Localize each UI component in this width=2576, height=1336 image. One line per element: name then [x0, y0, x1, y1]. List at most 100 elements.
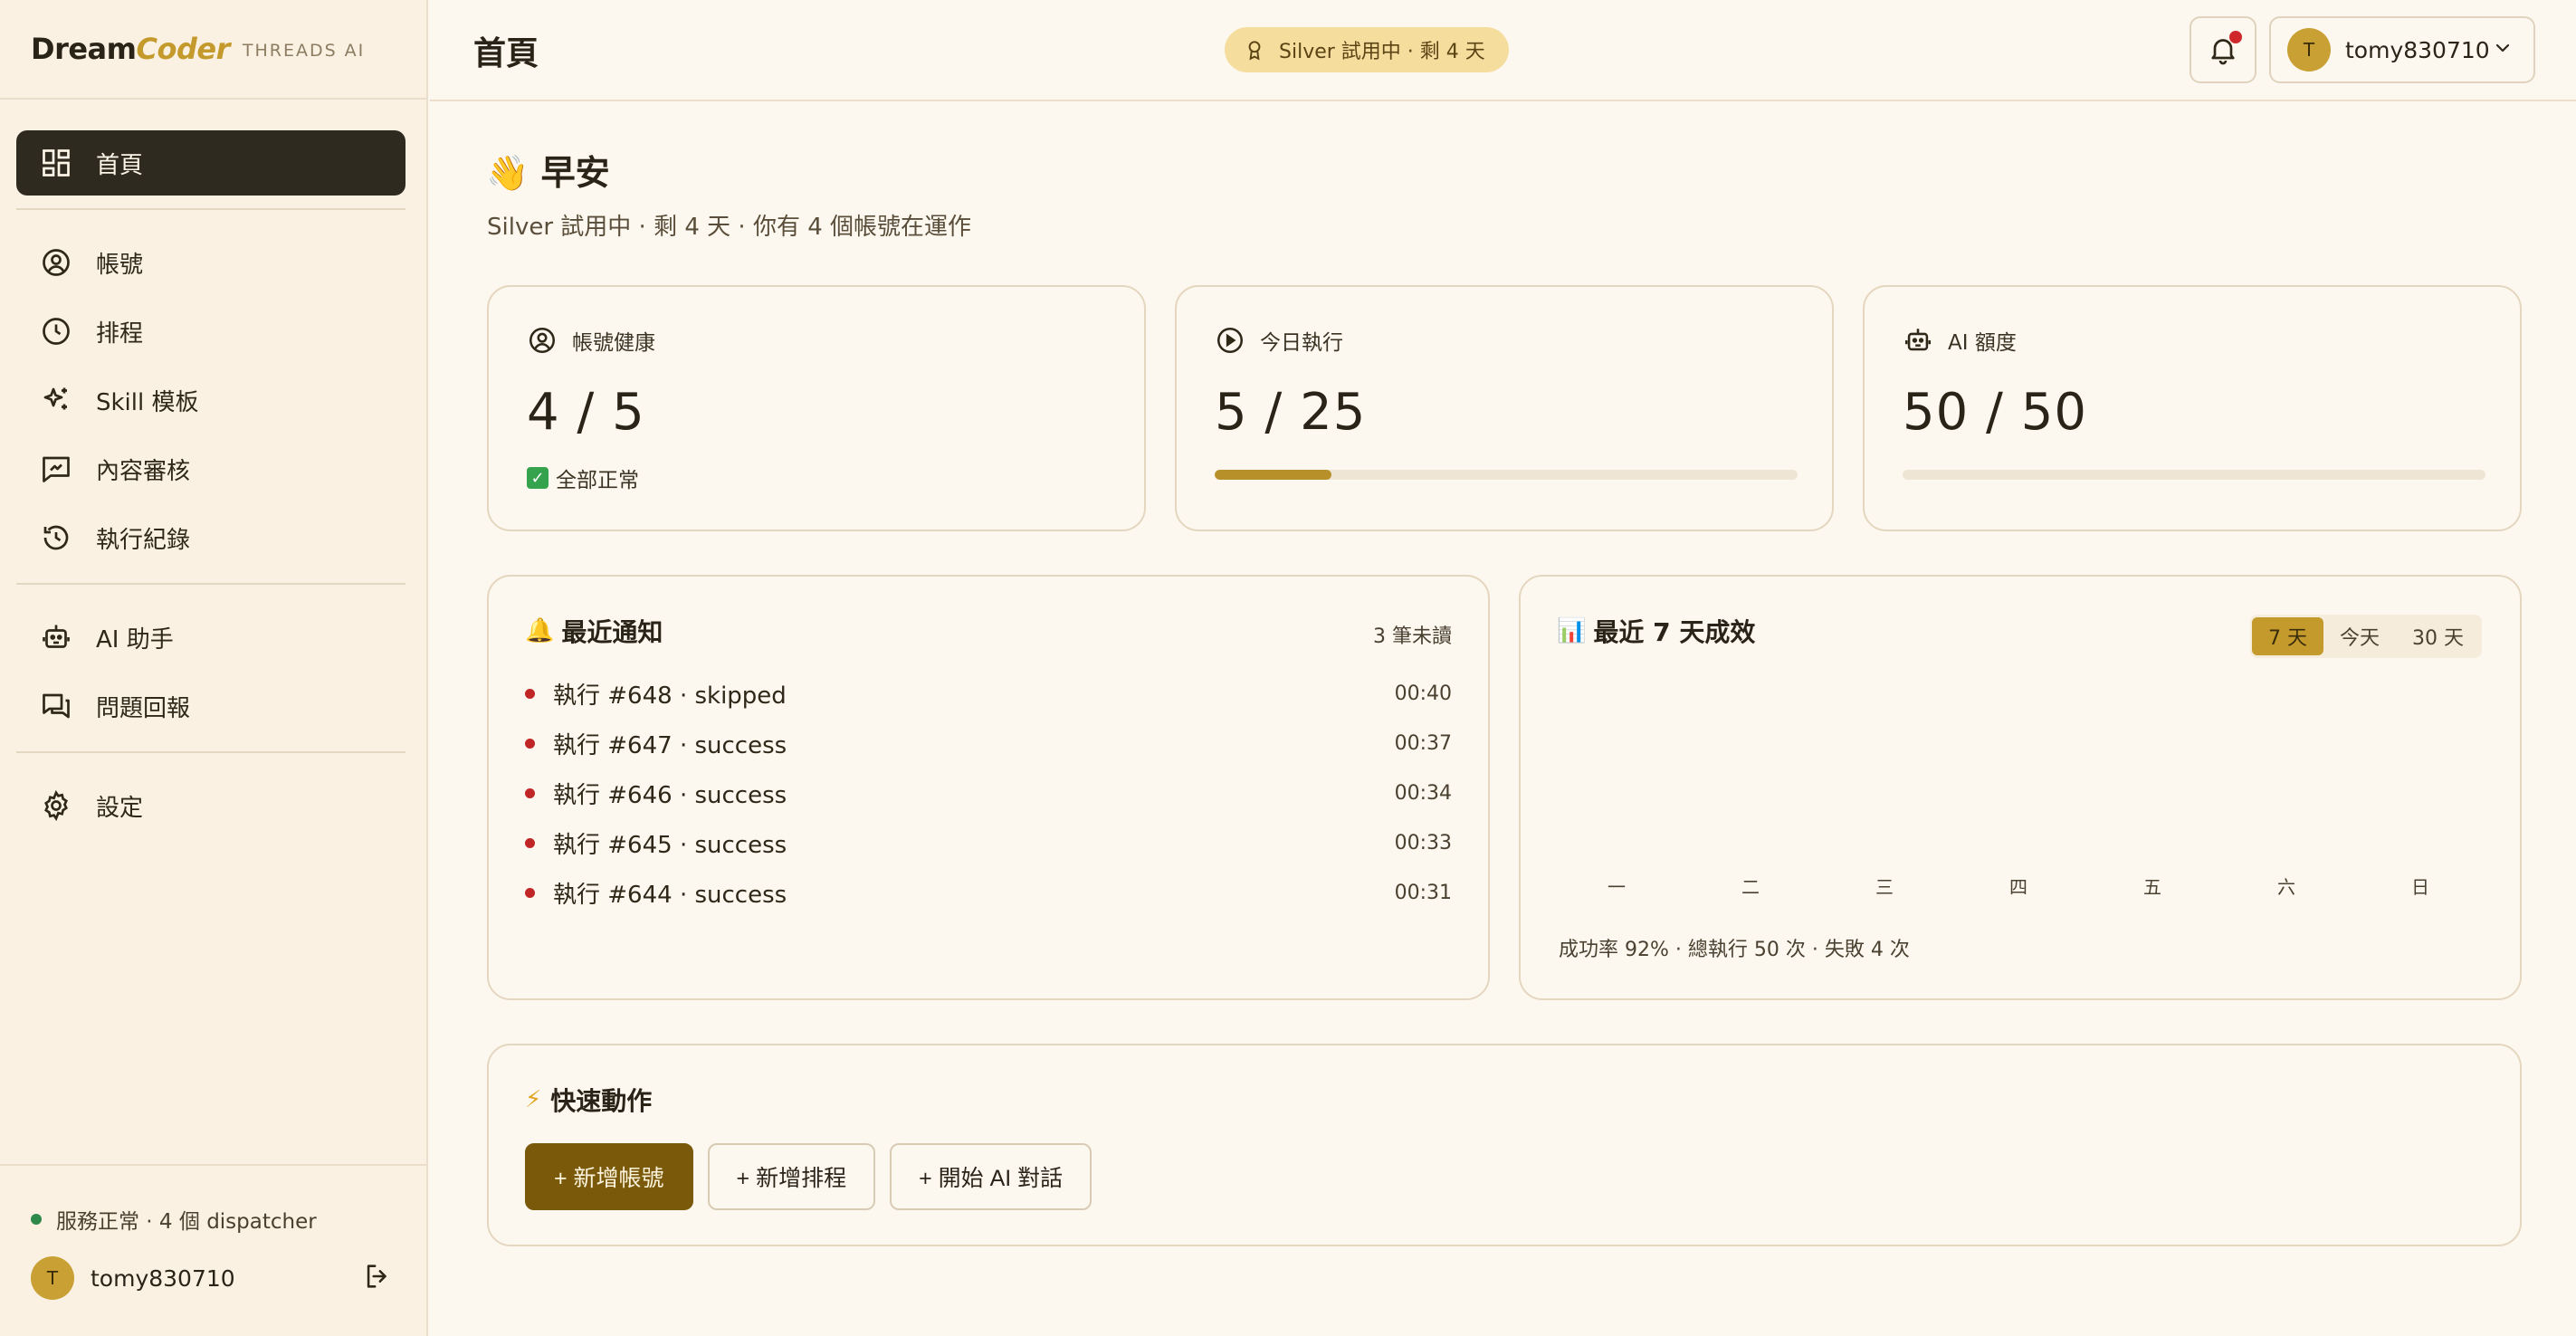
sidebar-item-label: 問題回報 — [96, 694, 191, 722]
greeting-subtitle: Silver 試用中 · 剩 4 天 · 你有 4 個帳號在運作 — [487, 214, 972, 241]
sidebar-item-skill-templates[interactable]: Skill 模板 — [16, 367, 405, 433]
robot-icon — [38, 619, 74, 655]
stat-card-today-runs: 今日執行 5 / 25 — [1175, 285, 1834, 531]
greeting-text: 早安 — [540, 153, 610, 193]
panel-title-text: 快速動作 — [550, 1086, 653, 1116]
logout-icon[interactable] — [362, 1261, 393, 1295]
performance-chart-panel: 📊 最近 7 天成效 7 天 今天 30 天 一 二 三 四 五 六 日 成功率 92% ·… — [1519, 575, 2522, 1000]
trial-badge[interactable]: Silver 試用中 · 剩 4 天 — [1225, 27, 1509, 72]
ai-quota-progress-bar — [1903, 470, 2485, 480]
range-option-today[interactable]: 今天 — [2323, 617, 2396, 655]
nav-divider — [16, 583, 405, 585]
badge-icon — [1248, 41, 1261, 61]
stat-header: AI 額度 — [1903, 325, 2017, 356]
unread-dot — [525, 838, 535, 848]
range-option-7d[interactable]: 7 天 — [2251, 617, 2323, 655]
panel-title: ⚡ 快速動作 — [525, 1082, 652, 1118]
sidebar-item-label: AI 助手 — [96, 625, 174, 654]
stat-value: 5 / 25 — [1215, 383, 1367, 442]
feedback-icon — [38, 688, 74, 724]
service-status: 服務正常 · 4 個 dispatcher — [31, 1204, 317, 1235]
stat-header: 帳號健康 — [527, 325, 655, 356]
list-item[interactable]: 執行 #644 · success 00:31 — [525, 868, 1452, 918]
recent-notifications-panel: 🔔 最近通知 3 筆未讀 執行 #648 · skipped 00:40 執行 … — [487, 575, 1490, 1000]
sidebar-item-settings[interactable]: 設定 — [16, 773, 405, 838]
panel-title: 📊 最近 7 天成效 — [1557, 613, 1755, 649]
notification-list: 執行 #648 · skipped 00:40 執行 #647 · succes… — [525, 669, 1452, 918]
stat-value: 4 / 5 — [527, 383, 645, 442]
top-header: 首頁 Silver 試用中 · 剩 4 天 T tomy830710 — [430, 0, 2576, 101]
sidebar-item-home[interactable]: 首頁 — [16, 130, 405, 196]
stat-note: ✓ 全部正常 — [527, 463, 639, 493]
unread-count: 3 筆未讀 — [1373, 625, 1452, 648]
stat-card-account-health: 帳號健康 4 / 5 ✓ 全部正常 — [487, 285, 1146, 531]
sidebar-nav: 首頁 帳號 排程 Skill 模板 內容審核 執行紀錄 AI 助手 問題回報 設… — [16, 130, 405, 842]
history-icon — [38, 520, 74, 556]
page-title: 首頁 — [473, 35, 539, 72]
stat-label: 帳號健康 — [572, 331, 655, 355]
stat-value: 50 / 50 — [1903, 383, 2087, 442]
clock-icon — [38, 313, 74, 349]
bell-icon: 🔔 — [525, 617, 555, 644]
list-item[interactable]: 執行 #645 · success 00:33 — [525, 818, 1452, 868]
notification-time: 00:31 — [1394, 882, 1452, 904]
list-item[interactable]: 執行 #647 · success 00:37 — [525, 719, 1452, 768]
user-circle-icon — [38, 244, 74, 281]
add-account-button[interactable]: + 新增帳號 — [525, 1143, 693, 1210]
sidebar-item-accounts[interactable]: 帳號 — [16, 230, 405, 295]
sidebar-footer: 服務正常 · 4 個 dispatcher T tomy830710 — [0, 1164, 426, 1336]
notification-text: 執行 #648 · skipped — [553, 682, 787, 710]
review-icon — [38, 451, 74, 487]
unread-dot — [525, 689, 535, 699]
add-schedule-button[interactable]: + 新增排程 — [707, 1143, 876, 1210]
nav-divider — [16, 208, 405, 210]
list-item[interactable]: 執行 #648 · skipped 00:40 — [525, 669, 1452, 719]
sidebar-user: T tomy830710 — [31, 1256, 393, 1300]
range-selector: 7 天 今天 30 天 — [2249, 615, 2482, 658]
notification-text: 執行 #647 · success — [553, 732, 787, 759]
notification-text: 執行 #646 · success — [553, 782, 787, 809]
sidebar-item-label: 帳號 — [96, 251, 144, 279]
sidebar-item-content-review[interactable]: 內容審核 — [16, 436, 405, 501]
list-item[interactable]: 執行 #646 · success 00:34 — [525, 768, 1452, 818]
stat-label: 今日執行 — [1260, 331, 1343, 355]
avatar: T — [31, 1256, 74, 1300]
wave-icon: 👋 — [486, 153, 530, 193]
check-icon: ✓ — [527, 467, 549, 489]
notifications-button[interactable] — [2190, 16, 2256, 83]
sidebar-username: tomy830710 — [91, 1264, 235, 1292]
sidebar: Dream Coder THREADS AI 首頁 帳號 排程 Skill 模板… — [0, 0, 428, 1336]
header-username: tomy830710 — [2345, 36, 2490, 63]
unread-dot — [525, 888, 535, 898]
robot-icon — [1904, 329, 1932, 351]
status-dot — [31, 1214, 42, 1225]
brand-logo[interactable]: Dream Coder THREADS AI — [0, 0, 426, 100]
progress-fill — [1215, 470, 1331, 480]
brand-subtitle: THREADS AI — [242, 41, 366, 61]
sidebar-item-ai-assistant[interactable]: AI 助手 — [16, 605, 405, 670]
chart-x-tick-label: 四 — [2009, 876, 2027, 898]
sidebar-item-label: 設定 — [96, 794, 144, 822]
chart-x-tick-label: 一 — [1608, 876, 1626, 898]
stat-card-ai-quota: AI 額度 50 / 50 — [1863, 285, 2522, 531]
sparkles-icon — [38, 382, 74, 418]
quick-action-buttons: + 新增帳號 + 新增排程 + 開始 AI 對話 — [525, 1143, 1106, 1210]
panel-title-text: 最近 7 天成效 — [1593, 617, 1756, 647]
notification-text: 執行 #645 · success — [553, 832, 787, 859]
user-circle-icon — [529, 327, 556, 354]
chart-x-tick-label: 五 — [2143, 876, 2161, 898]
performance-bar-chart: 一二三四五六日 — [1608, 876, 2429, 898]
dashboard-icon — [38, 145, 74, 181]
sidebar-item-history[interactable]: 執行紀錄 — [16, 505, 405, 570]
notification-time: 00:34 — [1394, 782, 1452, 805]
sidebar-item-schedule[interactable]: 排程 — [16, 299, 405, 364]
panel-title-text: 最近通知 — [561, 617, 663, 647]
start-ai-chat-button[interactable]: + 開始 AI 對話 — [890, 1143, 1092, 1210]
unread-dot — [525, 739, 535, 749]
range-option-30d[interactable]: 30 天 — [2396, 617, 2480, 655]
panel-title: 🔔 最近通知 — [525, 613, 663, 649]
sidebar-item-feedback[interactable]: 問題回報 — [16, 673, 405, 739]
notification-time: 00:37 — [1394, 732, 1452, 755]
stat-note-text: 全部正常 — [556, 469, 639, 492]
user-menu-button[interactable]: T tomy830710 — [2269, 16, 2535, 83]
